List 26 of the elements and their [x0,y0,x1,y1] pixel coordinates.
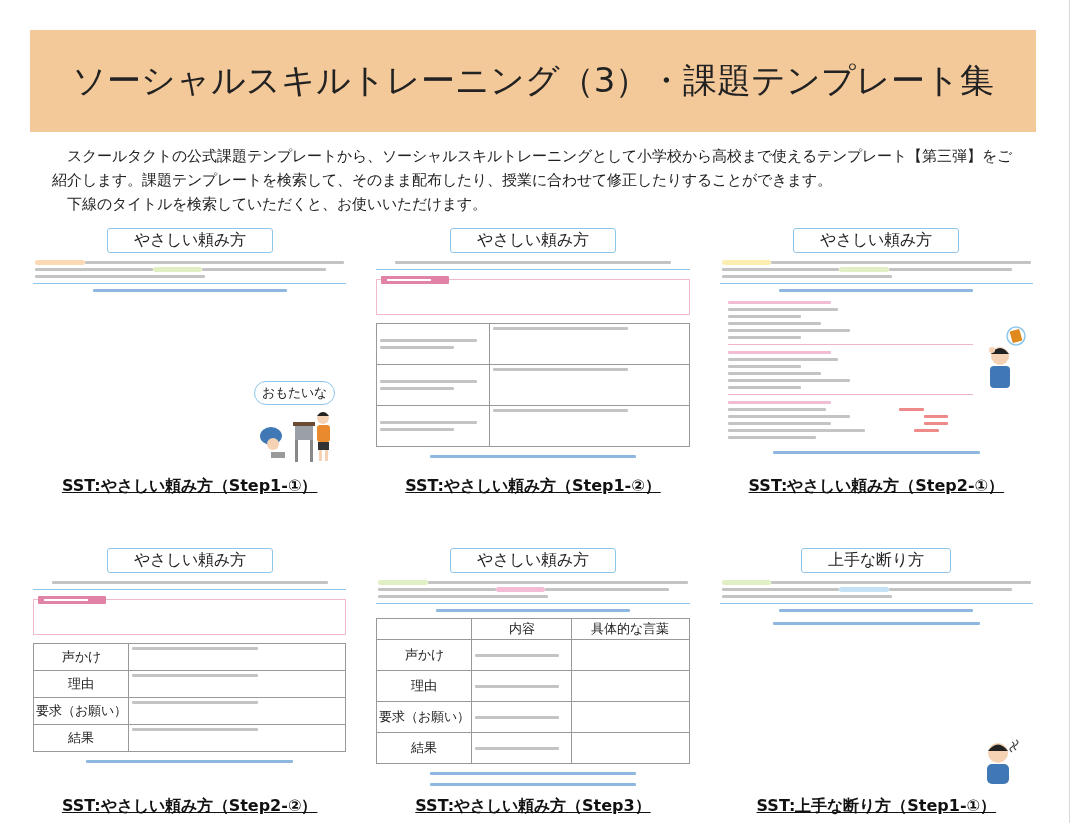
template-title-link[interactable]: SST:やさしい頼み方（Step2-②） [61,796,318,817]
row-label: 理由 [68,676,94,691]
intro-paragraph: スクールタクトの公式課題テンプレートから、ソーシャルスキルトレーニングとして小学校から高校まで使えるテンプレート【第三弾】をご紹介します。課題テンプレートを検索して、そのまま配布したり、授業に合わせて修正したりすることができます。 [52,146,1013,191]
row-label: 理由 [411,678,438,693]
template-title-link[interactable]: SST:やさしい頼み方（Step2-①） [748,476,1005,497]
page-title: ソーシャルスキルトレーニング（3）・課題テンプレート集 [30,30,1036,132]
template-heading: 上手な断り方 [801,548,952,573]
template-heading: やさしい頼み方 [106,228,273,253]
row-label: 声かけ [61,649,101,664]
column-header: 内容 [471,618,572,640]
template-heading: やさしい頼み方 [450,228,616,253]
column-header: 具体的な言葉 [571,618,690,640]
template-title-link[interactable]: SST:やさしい頼み方（Step1-①） [61,476,318,497]
row-label: 要求（お願い） [35,703,127,718]
template-heading: やさしい頼み方 [106,548,273,573]
row-label: 要求（お願い） [378,709,470,724]
template-heading: やさしい頼み方 [450,548,616,573]
row-label: 結果 [411,740,438,755]
template-title-link[interactable]: SST:やさしい頼み方（Step3） [415,796,651,817]
row-label: 結果 [68,730,94,745]
intro-paragraph: 下線のタイトルを検索していただくと、お使いいただけます。 [66,194,488,215]
template-title-link[interactable]: SST:上手な断り方（Step1-①） [756,796,997,817]
template-heading: やさしい頼み方 [793,228,960,253]
speech-bubble: おもたいな [254,381,336,405]
template-title-link[interactable]: SST:やさしい頼み方（Step1-②） [405,476,661,497]
row-label: 声かけ [404,647,444,662]
